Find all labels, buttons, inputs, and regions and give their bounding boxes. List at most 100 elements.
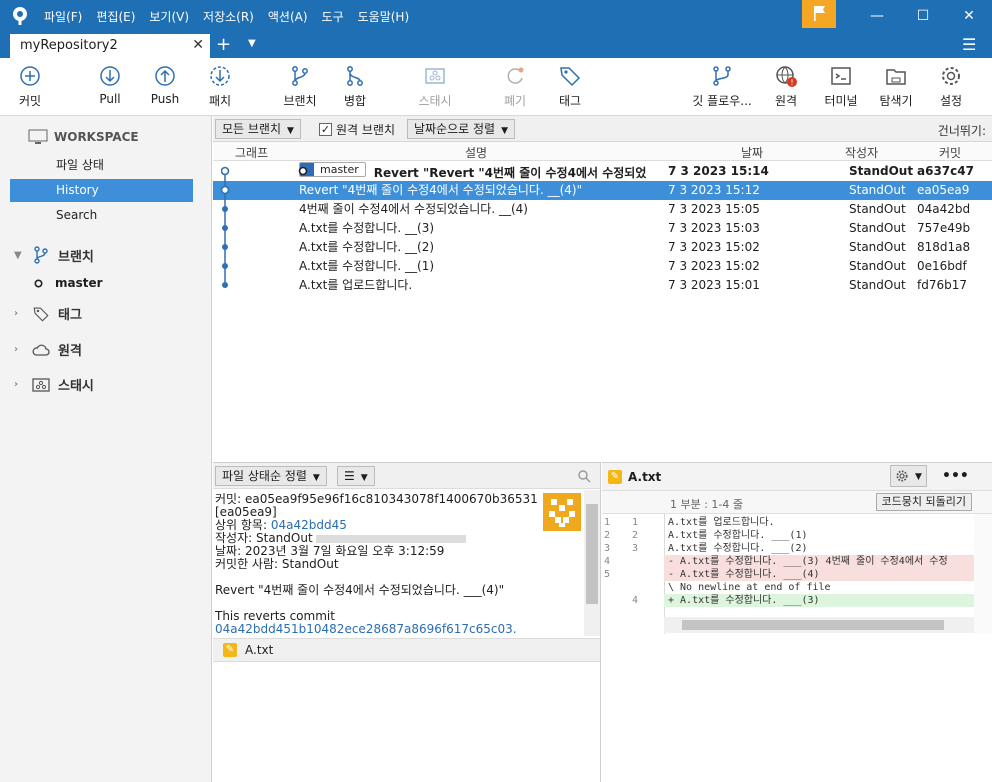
- tab-repository[interactable]: myRepository2 ✕: [10, 34, 210, 58]
- commit-date: 7 3 2023 15:05: [668, 202, 760, 216]
- minimize-button[interactable]: —: [854, 0, 900, 32]
- diff-file-name: A.txt: [628, 470, 662, 484]
- push-label: Push: [150, 92, 180, 106]
- gitflow-icon: [713, 66, 731, 86]
- hamburger-menu-icon[interactable]: ☰: [962, 35, 976, 54]
- chevron-right-icon: ›: [14, 308, 19, 319]
- menu-file[interactable]: 파일(F): [44, 8, 82, 25]
- commit-row[interactable]: Revert "4번째 줄이 수정4에서 수정되었습니다. __(4)" 7 3…: [213, 181, 992, 200]
- filter-bar: 모든 브랜치 ▼ ✓ 원격 브랜치 날짜순으로 정렬 ▼ 건너뛰기:: [213, 116, 992, 142]
- sort-label: 날짜순으로 정렬: [414, 122, 496, 136]
- workspace-label: WORKSPACE: [54, 130, 139, 144]
- graph-node-head: [221, 166, 230, 176]
- commit-row[interactable]: A.txt를 수정합니다. __(1) 7 3 2023 15:02 Stand…: [213, 257, 992, 276]
- chevron-right-icon: ›: [14, 344, 19, 355]
- chevron-down-icon: ▼: [501, 126, 509, 136]
- column-author[interactable]: 작성자: [845, 144, 878, 161]
- merge-button[interactable]: 병합: [323, 64, 387, 109]
- commit-hash: 04a42bd: [917, 202, 971, 216]
- file-sort-dropdown[interactable]: 파일 상태순 정렬 ▼: [215, 466, 327, 486]
- diff-header: ✎ A.txt ▼ •••: [602, 463, 992, 491]
- tab-dropdown-icon[interactable]: ▼: [248, 38, 256, 49]
- menu-help[interactable]: 도움말(H): [358, 8, 410, 25]
- changed-file-row[interactable]: ✎ A.txt: [213, 638, 600, 662]
- remote-branches-label: 원격 브랜치: [336, 123, 396, 137]
- sidebar-group-tags[interactable]: › 태그: [14, 304, 82, 323]
- more-options-icon[interactable]: •••: [942, 468, 969, 484]
- maximize-button[interactable]: ☐: [900, 0, 946, 32]
- graph-node: [222, 263, 228, 269]
- menu-edit[interactable]: 편집(E): [96, 8, 135, 25]
- commit-row[interactable]: A.txt를 수정합니다. __(3) 7 3 2023 15:03 Stand…: [213, 219, 992, 238]
- commit-row[interactable]: 4번째 줄이 수정4에서 수정되었습니다. __(4) 7 3 2023 15:…: [213, 200, 992, 219]
- folder-icon: [886, 69, 906, 85]
- diff-horizontal-scrollbar[interactable]: [664, 617, 974, 633]
- remote-branches-checkbox[interactable]: ✓ 원격 브랜치: [319, 121, 395, 138]
- tab-close-icon[interactable]: ✕: [192, 37, 204, 53]
- date-label: 날짜:: [215, 544, 242, 558]
- fetch-button[interactable]: 패치: [188, 64, 252, 109]
- column-description[interactable]: 설명: [465, 144, 487, 161]
- commit-row[interactable]: A.txt를 업로드합니다. 7 3 2023 15:01 StandOut f…: [213, 276, 992, 295]
- commit-row[interactable]: master Revert "Revert "4번째 줄이 수정4에서 수정되었 …: [213, 162, 992, 181]
- parent-link[interactable]: 04a42bdd45: [271, 518, 347, 532]
- menu-view[interactable]: 보기(V): [149, 8, 189, 25]
- file-sort-label: 파일 상태순 정렬: [222, 469, 307, 483]
- view-mode-dropdown[interactable]: ☰ ▼: [337, 466, 375, 486]
- sort-dropdown[interactable]: 날짜순으로 정렬 ▼: [407, 119, 516, 139]
- column-date[interactable]: 날짜: [741, 144, 763, 161]
- column-graph[interactable]: 그래프: [235, 144, 268, 161]
- sidebar-item-master[interactable]: master: [34, 276, 103, 290]
- pull-icon: [100, 66, 120, 86]
- menu-repository[interactable]: 저장소(R): [203, 8, 254, 25]
- diff-options-dropdown[interactable]: ▼: [890, 465, 927, 487]
- sidebar-item-file-status[interactable]: 파일 상태: [10, 154, 193, 177]
- settings-button[interactable]: 설정: [919, 64, 983, 109]
- gitflow-button[interactable]: 깃 플로우...: [690, 64, 754, 109]
- terminal-icon: [831, 67, 851, 85]
- branch-icon: [34, 246, 48, 264]
- add-tab-icon[interactable]: +: [216, 34, 231, 55]
- commit-message: 4번째 줄이 수정4에서 수정되었습니다. __(4): [299, 202, 528, 216]
- column-commit[interactable]: 커밋: [939, 144, 961, 161]
- sidebar-item-search[interactable]: Search: [10, 204, 193, 227]
- commit-message: A.txt를 수정합니다. __(3): [299, 221, 435, 235]
- notification-flag-button[interactable]: [802, 0, 836, 28]
- menu-tools[interactable]: 도구: [322, 8, 344, 25]
- search-icon[interactable]: [577, 469, 591, 483]
- diff-vertical-scrollbar[interactable]: [974, 514, 992, 634]
- menu-actions[interactable]: 액션(A): [268, 8, 308, 25]
- tag-button[interactable]: 태그: [538, 64, 602, 109]
- close-window-button[interactable]: ✕: [946, 0, 992, 32]
- commit-icon: [20, 66, 40, 86]
- all-branches-label: 모든 브랜치: [222, 122, 282, 136]
- commit-author: StandOut: [849, 202, 906, 216]
- commit-message: A.txt를 수정합니다. __(1): [299, 259, 435, 273]
- fetch-label: 패치: [208, 94, 232, 108]
- commit-row[interactable]: A.txt를 수정합니다. __(2) 7 3 2023 15:02 Stand…: [213, 238, 992, 257]
- sidebar-item-history[interactable]: History: [10, 179, 193, 202]
- fetch-icon: [210, 66, 230, 86]
- all-branches-dropdown[interactable]: 모든 브랜치 ▼: [215, 119, 301, 139]
- reverts-hash-link[interactable]: 04a42bdd451b10482ece28687a8696f617c65c03…: [215, 623, 583, 636]
- details-scrollbar[interactable]: [584, 490, 600, 636]
- commit-message: A.txt를 업로드합니다.: [299, 278, 413, 292]
- diff-line: 33 A.txt를 수정합니다. ___(2): [604, 543, 808, 554]
- commit-label: 커밋: [18, 94, 42, 108]
- chevron-down-icon: ▼: [287, 126, 294, 136]
- commit-author: StandOut: [849, 221, 906, 235]
- changed-file-name: A.txt: [245, 643, 274, 657]
- sidebar-group-branches[interactable]: ▼ 브랜치: [14, 245, 94, 265]
- commit-date: 7 3 2023 15:03: [668, 221, 760, 235]
- reverse-hunk-button[interactable]: 코드뭉치 되돌리기: [875, 493, 972, 511]
- commit-graph: [221, 166, 308, 288]
- commit-table: 그래프 설명 날짜 작성자 커밋 master Revert "Revert "4…: [213, 142, 992, 462]
- stash-button[interactable]: 스태시: [403, 64, 467, 109]
- commit-button[interactable]: 커밋: [0, 64, 62, 109]
- sidebar-group-remotes[interactable]: › 원격: [14, 340, 82, 359]
- graph-node: [222, 206, 228, 212]
- tab-title: myRepository2: [20, 38, 118, 53]
- gear-icon: [896, 469, 908, 482]
- sidebar-group-stashes[interactable]: › 스태시: [14, 375, 94, 394]
- commit-hash: a637c47: [917, 164, 974, 178]
